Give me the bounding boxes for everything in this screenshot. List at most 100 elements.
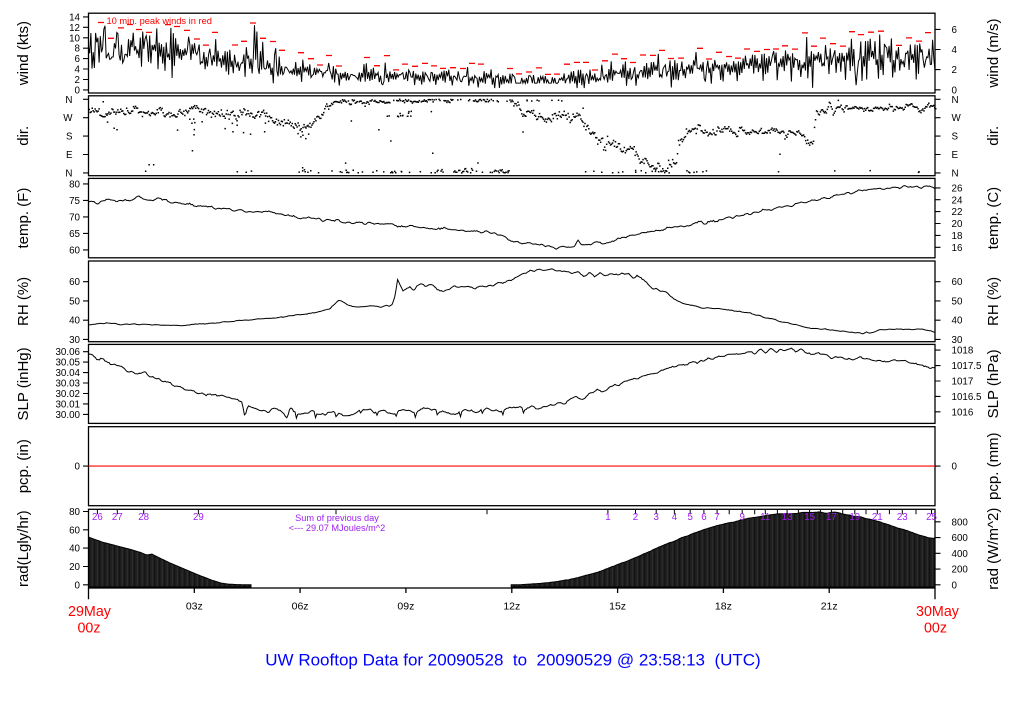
- svg-text:22: 22: [952, 207, 963, 218]
- svg-text:S: S: [66, 132, 73, 143]
- svg-text:18: 18: [952, 231, 963, 242]
- svg-text:10 min. peak winds in red: 10 min. peak winds in red: [107, 16, 212, 26]
- svg-text:6: 6: [701, 512, 706, 523]
- svg-text:40: 40: [69, 544, 80, 555]
- svg-text:dir.: dir.: [15, 126, 32, 146]
- svg-text:18z: 18z: [715, 600, 732, 612]
- svg-text:1016: 1016: [952, 407, 974, 418]
- svg-text:14: 14: [69, 12, 80, 23]
- svg-text:65: 65: [69, 229, 80, 240]
- svg-text:7: 7: [714, 512, 719, 523]
- svg-text:2: 2: [952, 65, 957, 76]
- svg-text:5: 5: [688, 512, 693, 523]
- svg-text:1017: 1017: [952, 377, 974, 388]
- svg-text:30May: 30May: [916, 604, 960, 620]
- svg-text:rad (W/m^2): rad (W/m^2): [985, 508, 1002, 590]
- svg-text:30: 30: [69, 335, 80, 346]
- svg-text:<--- 29.07 MJoules/m^2: <--- 29.07 MJoules/m^2: [289, 523, 385, 533]
- svg-text:24: 24: [952, 195, 963, 206]
- svg-text:60: 60: [69, 277, 80, 288]
- svg-text:N: N: [65, 95, 72, 106]
- svg-text:15: 15: [804, 512, 815, 523]
- svg-text:N: N: [65, 168, 72, 179]
- svg-text:40: 40: [69, 316, 80, 327]
- svg-text:Sum of previous day: Sum of previous day: [295, 513, 379, 523]
- svg-text:400: 400: [952, 549, 969, 560]
- svg-text:temp. (C): temp. (C): [985, 187, 1002, 250]
- svg-text:wind (kts): wind (kts): [15, 21, 32, 86]
- svg-text:temp. (F): temp. (F): [15, 188, 32, 249]
- svg-text:20: 20: [69, 562, 80, 573]
- svg-text:200: 200: [952, 565, 969, 576]
- svg-text:23: 23: [897, 512, 908, 523]
- svg-text:pcp. (in): pcp. (in): [15, 439, 32, 493]
- svg-text:30.05: 30.05: [55, 358, 80, 369]
- svg-text:0: 0: [75, 85, 81, 96]
- svg-text:30: 30: [952, 335, 963, 346]
- svg-text:6: 6: [75, 54, 81, 65]
- svg-text:dir.: dir.: [985, 126, 1002, 146]
- svg-text:20: 20: [952, 219, 963, 230]
- svg-text:11: 11: [760, 512, 770, 523]
- svg-text:12z: 12z: [503, 600, 520, 612]
- svg-text:1: 1: [605, 512, 610, 523]
- svg-text:09z: 09z: [397, 600, 414, 612]
- svg-text:29: 29: [193, 512, 204, 523]
- svg-text:1017.5: 1017.5: [952, 361, 983, 372]
- svg-text:E: E: [952, 150, 959, 161]
- svg-text:13: 13: [782, 512, 793, 523]
- svg-text:00z: 00z: [924, 620, 947, 636]
- svg-text:800: 800: [952, 517, 969, 528]
- svg-text:27: 27: [112, 512, 123, 523]
- svg-text:60: 60: [69, 245, 80, 256]
- svg-text:W: W: [952, 113, 962, 124]
- svg-text:9: 9: [740, 512, 745, 523]
- svg-text:rad(Lgly/hr): rad(Lgly/hr): [15, 510, 32, 587]
- svg-text:RH (%): RH (%): [15, 277, 32, 326]
- svg-text:21z: 21z: [821, 600, 838, 612]
- svg-text:40: 40: [952, 316, 963, 327]
- svg-text:28: 28: [138, 512, 149, 523]
- svg-text:25: 25: [926, 512, 937, 523]
- svg-text:1016.5: 1016.5: [952, 392, 983, 403]
- svg-text:03z: 03z: [186, 600, 203, 612]
- svg-text:16: 16: [952, 243, 963, 254]
- svg-text:6: 6: [952, 25, 958, 36]
- svg-text:26: 26: [952, 183, 963, 194]
- svg-text:0: 0: [75, 462, 81, 473]
- svg-text:E: E: [66, 150, 73, 161]
- svg-text:4: 4: [952, 45, 958, 56]
- svg-text:10: 10: [69, 33, 80, 44]
- svg-text:70: 70: [69, 212, 80, 223]
- svg-text:1018: 1018: [952, 346, 974, 357]
- svg-text:17: 17: [826, 512, 837, 523]
- svg-text:30.04: 30.04: [55, 368, 80, 379]
- svg-text:80: 80: [69, 179, 80, 190]
- svg-text:50: 50: [69, 297, 80, 308]
- svg-text:30.06: 30.06: [55, 347, 80, 358]
- svg-text:19: 19: [849, 512, 860, 523]
- svg-text:4: 4: [75, 65, 81, 76]
- svg-text:0: 0: [952, 580, 958, 591]
- svg-text:600: 600: [952, 533, 969, 544]
- svg-text:RH (%): RH (%): [985, 277, 1002, 326]
- svg-text:SLP (inHg): SLP (inHg): [15, 347, 32, 420]
- svg-text:26: 26: [92, 512, 103, 523]
- svg-text:30.00: 30.00: [55, 410, 80, 421]
- svg-text:06z: 06z: [292, 600, 309, 612]
- svg-text:4: 4: [672, 512, 678, 523]
- svg-text:60: 60: [952, 277, 963, 288]
- svg-text:75: 75: [69, 196, 80, 207]
- svg-text:21: 21: [872, 512, 883, 523]
- svg-text:W: W: [63, 113, 73, 124]
- svg-text:N: N: [952, 95, 959, 106]
- svg-text:8: 8: [75, 44, 81, 55]
- svg-text:29May: 29May: [68, 604, 112, 620]
- svg-text:15z: 15z: [609, 600, 626, 612]
- svg-text:3: 3: [654, 512, 659, 523]
- svg-text:80: 80: [69, 507, 80, 518]
- svg-text:2: 2: [75, 75, 80, 86]
- svg-text:30.03: 30.03: [55, 379, 80, 390]
- svg-text:wind (m/s): wind (m/s): [985, 19, 1002, 89]
- svg-text:30.02: 30.02: [55, 389, 80, 400]
